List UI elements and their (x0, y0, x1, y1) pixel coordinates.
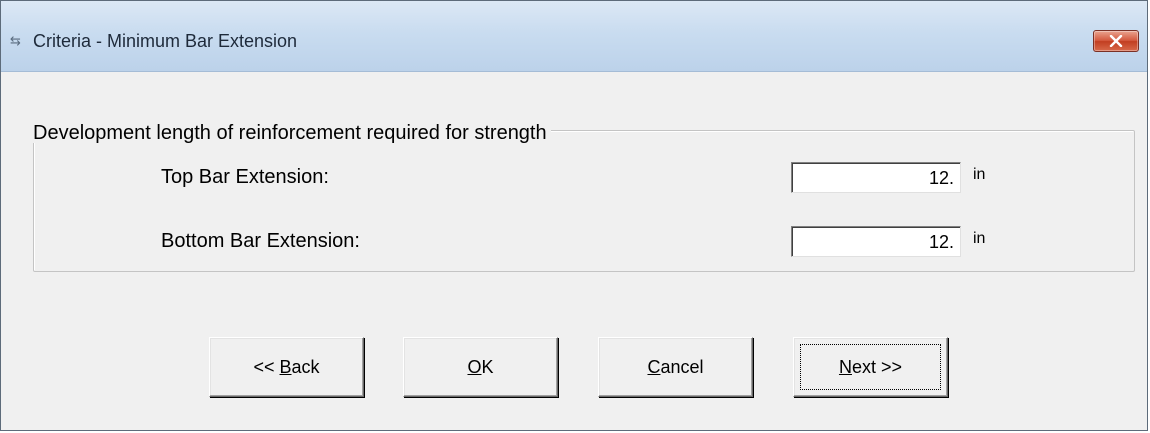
next-button-label: Next >> (839, 357, 902, 377)
top-bar-extension-input[interactable] (791, 162, 961, 193)
bottom-bar-extension-label: Bottom Bar Extension: (161, 230, 360, 252)
back-button[interactable]: << Back (209, 337, 364, 397)
close-button[interactable] (1093, 30, 1139, 52)
next-rest: ext >> (851, 356, 903, 377)
top-bar-extension-unit: in (973, 166, 986, 183)
ok-rest: K (481, 356, 494, 377)
back-prefix: << (253, 356, 280, 377)
title-bar[interactable]: ⇆ Criteria - Minimum Bar Extension (1, 1, 1147, 72)
window-title: Criteria - Minimum Bar Extension (33, 31, 298, 51)
ok-button[interactable]: OK (403, 337, 558, 397)
back-rest: ack (291, 356, 320, 377)
groupbox-legend: Development length of reinforcement requ… (29, 123, 551, 143)
next-mnemonic: N (838, 356, 852, 377)
back-button-label: << Back (253, 357, 319, 377)
bottom-bar-extension-unit: in (973, 230, 986, 247)
dialog-body: Development length of reinforcement requ… (1, 72, 1147, 430)
top-bar-extension-label: Top Bar Extension: (161, 166, 329, 188)
cancel-button-label: Cancel (647, 357, 703, 377)
cancel-rest: ancel (660, 356, 704, 377)
ok-mnemonic: O (467, 356, 482, 377)
back-mnemonic: B (279, 356, 292, 377)
close-icon (1109, 35, 1123, 47)
next-button[interactable]: Next >> (793, 337, 948, 397)
dialog-window: ⇆ Criteria - Minimum Bar Extension Devel… (0, 0, 1148, 431)
cancel-mnemonic: C (647, 356, 661, 377)
ok-button-label: OK (467, 357, 493, 377)
app-icon: ⇆ (10, 33, 21, 48)
cancel-button[interactable]: Cancel (598, 337, 753, 397)
bottom-bar-extension-input[interactable] (791, 226, 961, 257)
